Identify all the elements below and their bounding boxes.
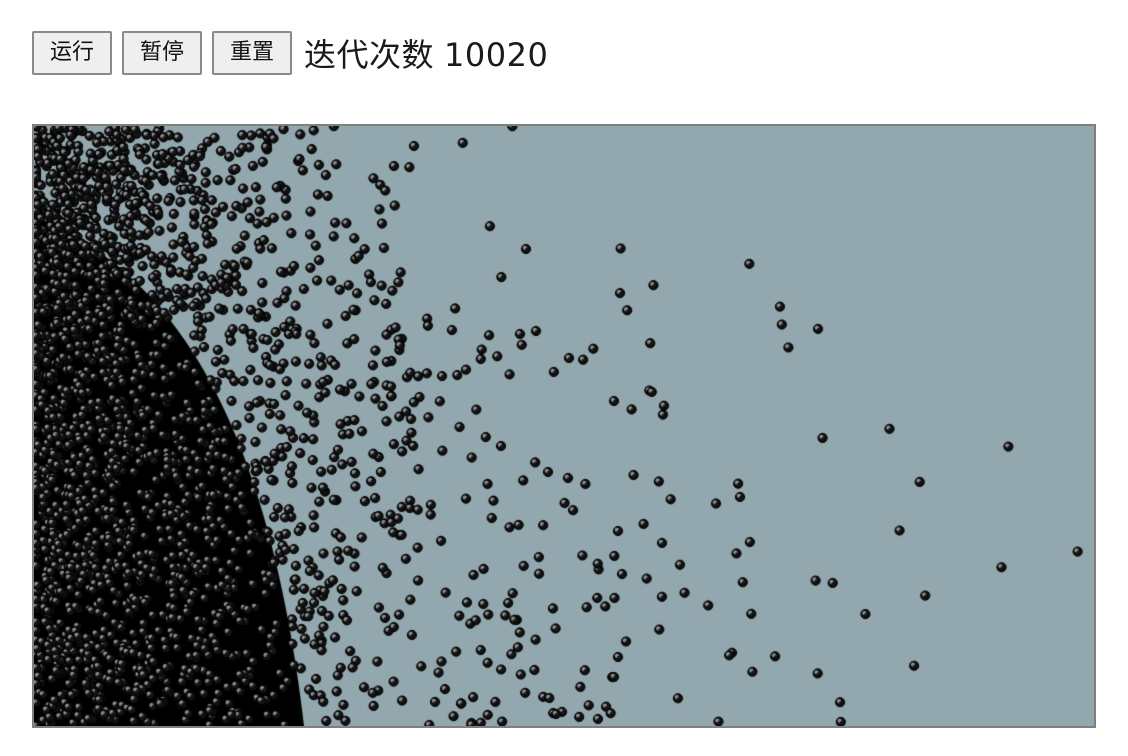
iteration-label: 迭代次数 bbox=[304, 36, 435, 74]
particle-simulation-canvas[interactable] bbox=[34, 126, 1094, 726]
pause-button[interactable]: 暂停 bbox=[122, 31, 202, 75]
reset-button[interactable]: 重置 bbox=[212, 31, 292, 75]
iteration-counter: 迭代次数 10020 bbox=[304, 30, 548, 76]
toolbar: 运行 暂停 重置 迭代次数 10020 bbox=[32, 30, 548, 76]
run-button[interactable]: 运行 bbox=[32, 31, 112, 75]
simulation-canvas-frame bbox=[32, 124, 1096, 728]
iteration-count: 10020 bbox=[444, 36, 549, 74]
